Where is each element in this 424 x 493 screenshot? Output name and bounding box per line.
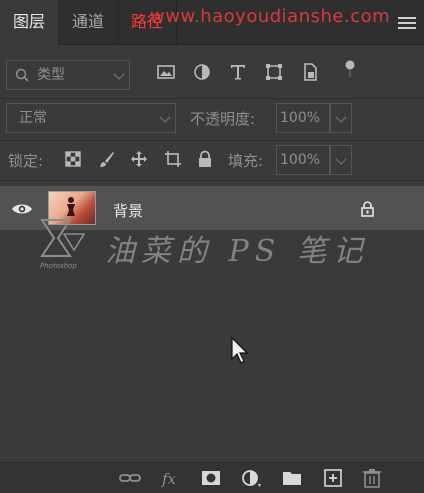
lock-position-icon[interactable] [130,150,148,168]
tab-layers[interactable]: 图层 [0,0,59,45]
visibility-eye-icon[interactable] [11,202,33,216]
lock-image-pixels-icon[interactable] [98,150,116,168]
opacity-input[interactable]: 100% [276,103,330,133]
mouse-cursor-icon [231,337,249,364]
layer-name[interactable]: 背景 [113,200,143,221]
image-filter-icon[interactable] [156,62,176,82]
filter-toggle-icon[interactable] [340,58,360,78]
divider [0,140,424,141]
chevron-down-icon [113,68,125,80]
photoshop-watermark-logo: Photoshop [40,219,86,270]
new-layer-icon[interactable] [322,468,344,488]
delete-layer-trash-icon[interactable] [361,468,383,488]
filter-kind-select[interactable]: 类型 [6,60,130,90]
fill-label: 填充: [228,152,264,170]
add-layer-mask-icon[interactable] [200,468,222,488]
opacity-value: 100% [280,110,321,126]
chevron-down-icon [335,153,347,165]
adjustment-filter-icon[interactable] [192,62,212,82]
lock-label: 锁定: [8,152,44,170]
smart-object-filter-icon[interactable] [300,62,320,82]
search-icon [15,68,29,82]
panel-menu-icon[interactable] [398,14,416,30]
fill-input[interactable]: 100% [276,145,330,175]
tab-channels[interactable]: 通道 [58,0,119,44]
opacity-label: 不透明度: [190,110,256,128]
divider [0,180,424,181]
new-group-folder-icon[interactable] [281,468,303,488]
layer-thumbnail-figure [67,197,75,216]
chevron-down-icon [335,111,347,123]
type-filter-icon[interactable] [228,62,248,82]
panel-tab-bar: 图层 通道 路径 www.haoyoudianshe.com [0,0,424,45]
divider [0,98,424,99]
lock-all-icon[interactable] [196,150,214,168]
svg-text:fx: fx [161,470,177,488]
watermark-url: www.haoyoudianshe.com [150,6,391,27]
opacity-dropdown-button[interactable] [330,103,352,133]
logo-text: Photoshop [40,262,77,270]
lock-transparent-pixels-icon[interactable] [64,150,82,168]
filter-kind-label: 类型 [37,67,65,83]
blend-mode-select[interactable]: 正常 [6,103,176,133]
fill-dropdown-button[interactable] [330,145,352,175]
blend-mode-value: 正常 [19,110,47,126]
layer-effects-fx-icon[interactable]: fx [160,468,182,488]
new-adjustment-layer-icon[interactable] [240,468,262,488]
watermark-title: 油菜的 PS 笔记 [105,234,369,269]
lock-artboard-icon[interactable] [164,150,182,168]
fill-value: 100% [280,152,321,168]
chevron-down-icon [159,111,171,123]
shape-filter-icon[interactable] [264,62,284,82]
layer-lock-icon [361,201,374,217]
link-layers-icon[interactable] [119,468,141,488]
